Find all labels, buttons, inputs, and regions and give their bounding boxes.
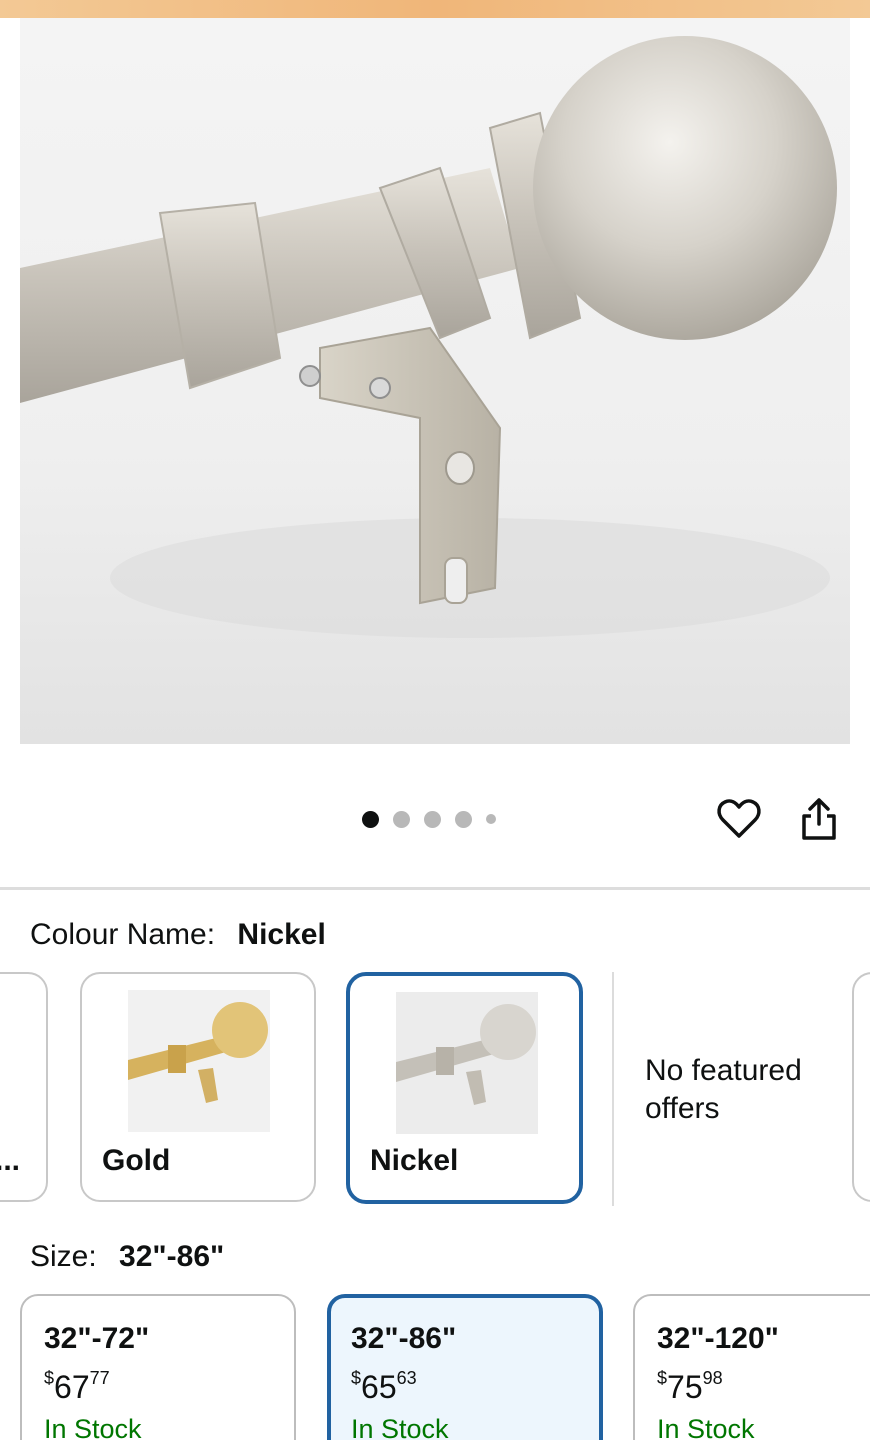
colour-swatch-nickel[interactable]: Nickel bbox=[346, 972, 583, 1204]
size-option-label: 32"-72" bbox=[44, 1322, 150, 1355]
swatch-divider bbox=[612, 972, 614, 1206]
image-carousel-dots[interactable] bbox=[362, 810, 496, 828]
colour-swatch-label: ... bbox=[0, 1144, 20, 1177]
size-label: Size: bbox=[30, 1240, 97, 1273]
heart-icon[interactable] bbox=[716, 796, 762, 842]
gold-rod-thumbnail bbox=[128, 990, 270, 1132]
share-icon[interactable] bbox=[798, 796, 840, 842]
carousel-dot[interactable] bbox=[393, 810, 410, 828]
size-option-card[interactable]: 32"-72" $6777 In Stock bbox=[20, 1294, 296, 1440]
stock-status: In Stock bbox=[44, 1414, 142, 1440]
size-option-label: 32"-120" bbox=[657, 1322, 779, 1355]
size-option-price: $6777 bbox=[44, 1368, 110, 1405]
colour-swatch-gold[interactable]: Gold bbox=[80, 972, 316, 1202]
colour-swatch-partial[interactable] bbox=[852, 972, 870, 1202]
product-image[interactable] bbox=[20, 18, 850, 744]
size-option-price: $7598 bbox=[657, 1368, 723, 1405]
size-selected-value: 32"-86" bbox=[119, 1240, 225, 1273]
colour-swatch-partial[interactable]: ... bbox=[0, 972, 48, 1202]
colour-selected-value: Nickel bbox=[237, 918, 326, 951]
carousel-dot[interactable] bbox=[424, 810, 441, 828]
carousel-dot-active[interactable] bbox=[362, 810, 379, 828]
colour-label: Colour Name: bbox=[30, 918, 216, 951]
size-option-label: 32"-86" bbox=[351, 1322, 457, 1355]
section-divider bbox=[0, 887, 870, 890]
carousel-dot[interactable] bbox=[455, 810, 472, 828]
no-featured-offers-text: No featured offers bbox=[645, 1054, 802, 1125]
colour-name-row: Colour Name: Nickel bbox=[30, 918, 326, 952]
top-banner-strip bbox=[0, 0, 870, 18]
stock-status: In Stock bbox=[657, 1414, 755, 1440]
colour-swatch-label: Nickel bbox=[370, 1144, 459, 1177]
colour-swatch-label: Gold bbox=[102, 1144, 171, 1177]
size-row: Size: 32"-86" bbox=[30, 1240, 224, 1274]
carousel-dot[interactable] bbox=[486, 814, 496, 824]
size-option-card-selected[interactable]: 32"-86" $6563 In Stock bbox=[327, 1294, 603, 1440]
size-option-card[interactable]: 32"-120" $7598 In Stock bbox=[633, 1294, 870, 1440]
size-option-price: $6563 bbox=[351, 1368, 417, 1405]
nickel-rod-thumbnail bbox=[396, 992, 538, 1134]
stock-status: In Stock bbox=[351, 1414, 449, 1440]
